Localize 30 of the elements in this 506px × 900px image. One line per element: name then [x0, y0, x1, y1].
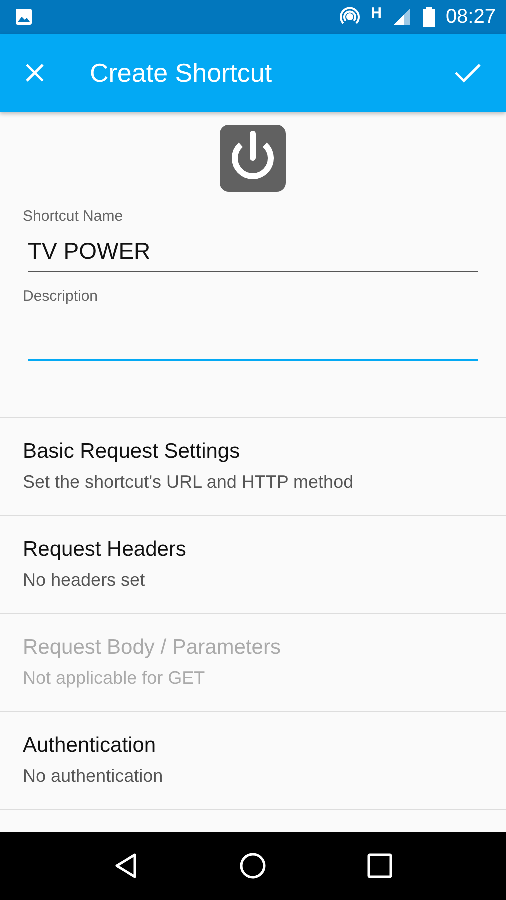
recents-icon [367, 853, 393, 879]
recents-button[interactable] [367, 853, 393, 879]
section-subtitle: Not applicable for GET [23, 668, 206, 689]
settings-section[interactable]: Authentication No authentication [0, 712, 506, 810]
field-label: Description [23, 288, 100, 305]
section-subtitle: No headers set [23, 570, 146, 591]
image-icon [14, 7, 34, 27]
text-field[interactable]: TV POWER [28, 231, 478, 272]
screen-title: Create Shortcut [90, 58, 272, 88]
section-title: Basic Request Settings [23, 440, 242, 464]
back-icon [113, 852, 139, 880]
signal-icon [392, 7, 412, 27]
network-type: H [371, 4, 382, 22]
section-subtitle: Set the shortcut's URL and HTTP method [23, 472, 355, 493]
home-button[interactable] [239, 852, 267, 880]
field-label: Shortcut Name [23, 208, 124, 225]
checkmark-icon [454, 62, 482, 84]
settings-section[interactable]: Basic Request Settings Set the shortcut's URL and HTTP method [0, 418, 506, 516]
power-icon [220, 125, 286, 192]
clock: 08:27 [446, 6, 496, 28]
home-icon [239, 852, 267, 880]
power-icon-button[interactable] [220, 125, 286, 192]
section-title: Request Headers [23, 538, 188, 562]
section-title: Request Body / Parameters [23, 636, 282, 660]
settings-section[interactable]: Request Headers No headers set [0, 516, 506, 614]
battery-icon [422, 6, 436, 28]
section-title: Authentication [23, 734, 158, 758]
section-subtitle: No authentication [23, 766, 164, 787]
back-button[interactable] [113, 852, 139, 880]
close-icon [24, 62, 46, 84]
